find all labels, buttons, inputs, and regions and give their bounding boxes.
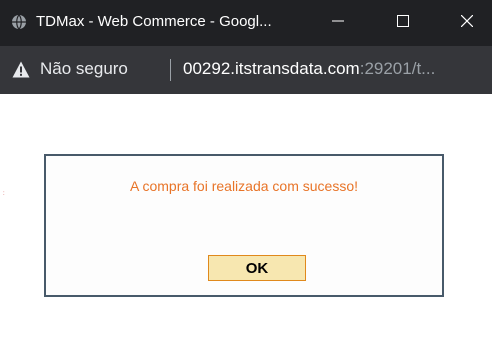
window-titlebar[interactable]: TDMax - Web Commerce - Googl... (0, 0, 492, 46)
close-icon (460, 14, 474, 32)
security-label[interactable]: Não seguro (40, 59, 128, 79)
address-divider (170, 59, 171, 81)
window-title: TDMax - Web Commerce - Googl... (36, 13, 272, 30)
maximize-icon (397, 14, 409, 32)
url-text[interactable]: 00292.itstransdata.com:29201/t... (183, 59, 435, 79)
url-host: 00292.itstransdata.com (183, 59, 360, 78)
minimize-icon (332, 14, 344, 32)
ok-button[interactable]: OK (208, 255, 306, 281)
alert-dialog: A compra foi realizada com sucesso! OK (44, 154, 444, 297)
edge-marker: : (3, 191, 5, 197)
close-button[interactable] (442, 0, 492, 46)
url-path: :29201/t... (359, 59, 436, 78)
minimize-button[interactable] (313, 0, 363, 46)
page-content: : A compra foi realizada com sucesso! OK (0, 94, 492, 352)
maximize-button[interactable] (378, 0, 428, 46)
address-bar[interactable]: Não seguro 00292.itstransdata.com:29201/… (0, 46, 492, 94)
globe-icon (11, 14, 27, 30)
warning-icon[interactable] (12, 61, 30, 78)
success-message: A compra foi realizada com sucesso! (130, 178, 358, 194)
